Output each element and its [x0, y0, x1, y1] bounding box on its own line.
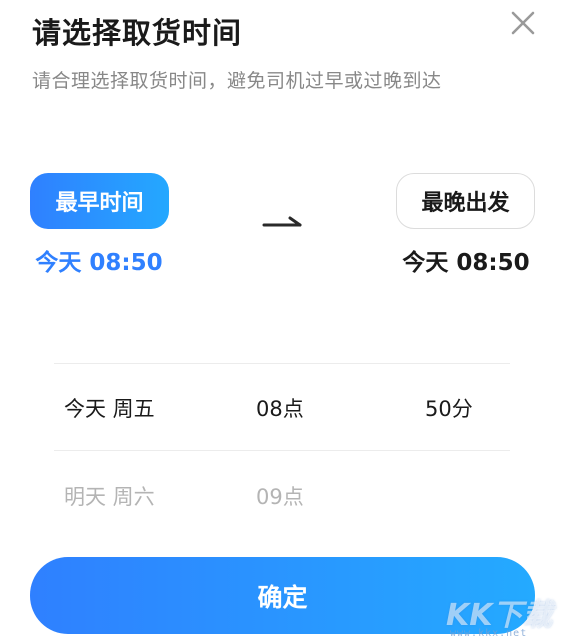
close-icon[interactable]: [508, 8, 538, 38]
earliest-time-tab[interactable]: 最早时间: [30, 173, 169, 229]
page-subtitle: 请合理选择取货时间，避免司机过早或过晚到达: [32, 70, 442, 92]
picker-day-cell[interactable]: 今天 周五: [64, 393, 155, 423]
picker-bottom-divider: [54, 450, 510, 451]
latest-departure-tab[interactable]: 最晚出发: [396, 173, 535, 229]
picker-day-cell[interactable]: 明天 周六: [64, 481, 155, 511]
page-title: 请选择取货时间: [32, 16, 243, 50]
picker-hour-cell[interactable]: 08点: [256, 393, 304, 423]
picker-row-next[interactable]: 明天 周六 09点: [0, 481, 565, 541]
earliest-time-value: 今天 08:50: [35, 250, 163, 276]
picker-hour-cell[interactable]: 09点: [256, 481, 304, 511]
arrow-right-icon: [262, 216, 302, 227]
earliest-time-label: 最早时间: [55, 191, 144, 216]
picker-minute-cell[interactable]: 50分: [425, 393, 473, 423]
picker-row-selected[interactable]: 今天 周五 08点 50分: [0, 393, 565, 453]
picker-top-divider: [54, 363, 510, 364]
latest-departure-value: 今天 08:50: [402, 250, 530, 276]
latest-departure-label: 最晚出发: [421, 191, 510, 216]
confirm-button[interactable]: 确定: [30, 557, 535, 634]
